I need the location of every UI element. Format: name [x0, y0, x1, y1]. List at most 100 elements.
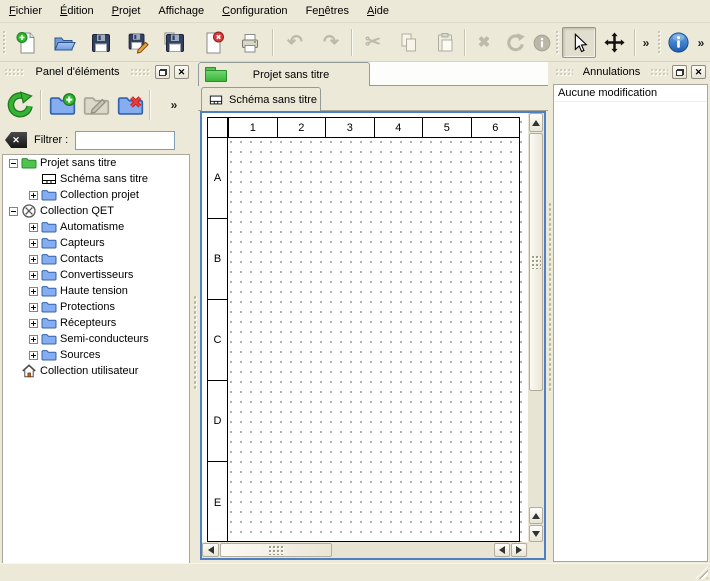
- toolbar-overflow-button[interactable]: »: [637, 27, 655, 58]
- menu-fenetres[interactable]: Fenêtres: [297, 2, 358, 20]
- vertical-scrollbar[interactable]: [528, 113, 544, 542]
- menu-projet[interactable]: Projet: [103, 2, 150, 20]
- chevron-right-icon: »: [643, 36, 650, 50]
- expand-expander[interactable]: [29, 255, 38, 264]
- undo-panel-title: Annulations: [577, 66, 647, 78]
- menu-configuration[interactable]: Configuration: [213, 2, 296, 20]
- expand-expander[interactable]: [29, 271, 38, 280]
- close-document-button[interactable]: [196, 27, 230, 58]
- tree-item-semi-conducteurs[interactable]: Semi-conducteurs: [3, 331, 189, 347]
- tree-item-protections[interactable]: Protections: [3, 299, 189, 315]
- save-as-button[interactable]: [121, 27, 155, 58]
- resize-grip[interactable]: [695, 566, 708, 579]
- paste-button-disabled[interactable]: [428, 27, 462, 58]
- tree-item-projet-sans-titre[interactable]: Projet sans titre: [3, 155, 189, 171]
- elements-panel-titlebar[interactable]: Panel d'éléments ✕: [2, 62, 191, 82]
- delete-category-button[interactable]: [113, 86, 147, 124]
- new-document-button[interactable]: [10, 27, 44, 58]
- collapse-expander[interactable]: [9, 207, 18, 216]
- undo-history-list[interactable]: Aucune modification: [553, 84, 708, 562]
- expand-expander[interactable]: [29, 335, 38, 344]
- tree-item-capteurs[interactable]: Capteurs: [3, 235, 189, 251]
- vertical-scroll-thumb[interactable]: [529, 133, 543, 391]
- tree-item-contacts[interactable]: Contacts: [3, 251, 189, 267]
- diagram-canvas[interactable]: 1 2 3 4 5 6 A B C D E: [202, 113, 528, 542]
- tab-schema-sans-titre[interactable]: Schéma sans titre: [201, 87, 321, 111]
- redo-icon: ↷: [323, 33, 339, 52]
- toolbar-drag-handle[interactable]: [657, 30, 662, 55]
- scroll-right-button[interactable]: [511, 543, 527, 557]
- scroll-left-button[interactable]: [202, 543, 219, 557]
- float-dock-button[interactable]: [672, 65, 687, 79]
- rotate-button-disabled[interactable]: [500, 27, 530, 58]
- expand-expander[interactable]: [29, 239, 38, 248]
- redo-button-disabled[interactable]: ↷: [314, 27, 348, 58]
- tree-item-automatisme[interactable]: Automatisme: [3, 219, 189, 235]
- home-icon: [21, 363, 37, 379]
- tree-item-collection-qet[interactable]: Collection QET: [3, 203, 189, 219]
- float-dock-button[interactable]: [155, 65, 170, 79]
- filter-input[interactable]: [75, 131, 175, 150]
- panel-overflow-button[interactable]: »: [162, 86, 186, 124]
- horizontal-scroll-thumb[interactable]: [220, 543, 332, 557]
- save-button[interactable]: [84, 27, 118, 58]
- save-icon: [89, 31, 113, 55]
- menu-aide[interactable]: Aide: [358, 2, 398, 20]
- delete-button-disabled[interactable]: ✖: [468, 27, 500, 58]
- tab-projet-sans-titre[interactable]: Projet sans titre: [198, 62, 370, 86]
- new-category-button[interactable]: [45, 86, 79, 124]
- diagram-info-button[interactable]: [663, 27, 693, 58]
- edit-category-button-disabled[interactable]: [79, 86, 113, 124]
- tree-item-convertisseurs[interactable]: Convertisseurs: [3, 267, 189, 283]
- tree-item-recepteurs[interactable]: Récepteurs: [3, 315, 189, 331]
- scroll-up-button-2[interactable]: [529, 507, 543, 524]
- folder-icon: [41, 283, 57, 299]
- expand-expander[interactable]: [29, 191, 38, 200]
- collapse-expander[interactable]: [9, 159, 18, 168]
- tree-item-collection-utilisateur[interactable]: Collection utilisateur: [3, 363, 189, 379]
- toolbar-drag-handle[interactable]: [555, 30, 560, 55]
- copy-button-disabled[interactable]: [392, 27, 426, 58]
- close-dock-button[interactable]: ✕: [174, 65, 189, 79]
- save-all-button[interactable]: [158, 27, 192, 58]
- dock-title-texture: [650, 68, 668, 77]
- diagram-view[interactable]: 1 2 3 4 5 6 A B C D E: [200, 111, 546, 560]
- delete-category-icon: [117, 92, 144, 119]
- menu-edition[interactable]: Édition: [51, 2, 103, 20]
- cut-button-disabled[interactable]: ✂: [356, 27, 390, 58]
- expand-expander[interactable]: [29, 287, 38, 296]
- diagram-border-frame: 1 2 3 4 5 6 A B C D E: [207, 117, 520, 542]
- folder-icon: [41, 331, 57, 347]
- folder-icon: [41, 347, 57, 363]
- expand-expander[interactable]: [29, 319, 38, 328]
- tree-item-sources[interactable]: Sources: [3, 347, 189, 363]
- scroll-down-button[interactable]: [529, 525, 543, 542]
- toolbar-overflow-button[interactable]: »: [692, 27, 710, 58]
- expand-expander[interactable]: [29, 351, 38, 360]
- open-document-button[interactable]: [47, 27, 81, 58]
- horizontal-scrollbar[interactable]: [202, 542, 528, 558]
- scroll-left-button-2[interactable]: [494, 543, 510, 557]
- row-header: D: [208, 381, 227, 462]
- clear-filter-icon[interactable]: ✕: [5, 132, 27, 148]
- element-info-button-disabled[interactable]: [528, 27, 556, 58]
- undo-button-disabled[interactable]: ↶: [278, 27, 312, 58]
- pan-mode-button[interactable]: [598, 27, 630, 58]
- tree-item-haute-tension[interactable]: Haute tension: [3, 283, 189, 299]
- close-dock-button[interactable]: ✕: [691, 65, 706, 79]
- reload-collections-button[interactable]: [2, 86, 36, 124]
- menu-fichier[interactable]: Fichier: [0, 2, 51, 20]
- main-toolbar: ↶ ↷ ✂ ✖: [0, 23, 710, 62]
- print-button[interactable]: [233, 27, 267, 58]
- toolbar-drag-handle[interactable]: [2, 30, 7, 55]
- toolbar-separator: [149, 90, 150, 120]
- menu-affichage[interactable]: Affichage: [149, 2, 213, 20]
- expand-expander[interactable]: [29, 303, 38, 312]
- tree-item-collection-projet[interactable]: Collection projet: [3, 187, 189, 203]
- selection-mode-button[interactable]: [562, 27, 596, 58]
- undo-list-item[interactable]: Aucune modification: [554, 85, 707, 102]
- undo-panel-titlebar[interactable]: Annulations ✕: [553, 62, 708, 82]
- tree-item-schema-sans-titre[interactable]: Schéma sans titre: [3, 171, 189, 187]
- expand-expander[interactable]: [29, 223, 38, 232]
- scroll-up-button[interactable]: [529, 113, 543, 132]
